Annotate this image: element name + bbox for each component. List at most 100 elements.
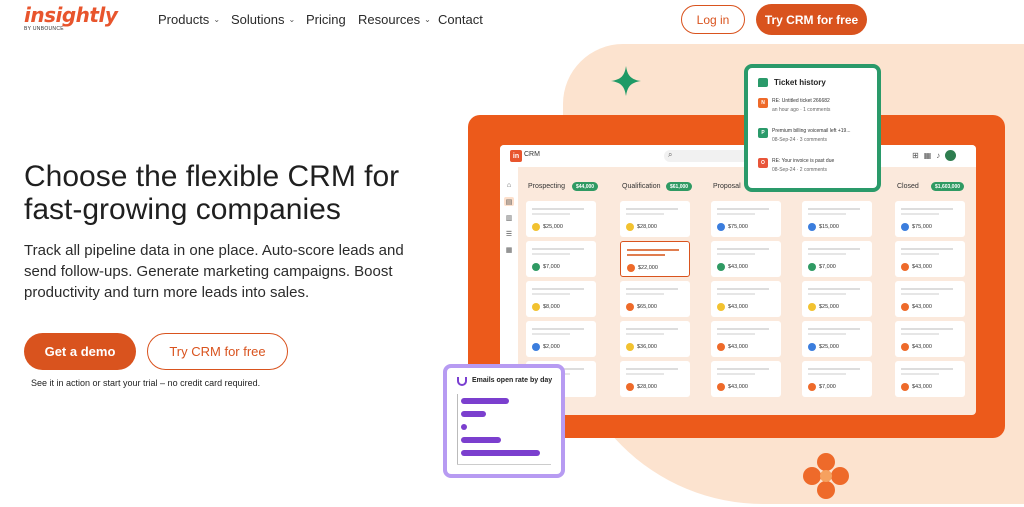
column-title: Prospecting [528, 183, 565, 190]
ticket-item: N RE: Untitled ticket 266682 an hour ago… [758, 98, 870, 126]
deal-amount: $43,000 [728, 344, 748, 350]
nav-solutions[interactable]: Solutions ⌄ [231, 12, 295, 27]
insightly-logo[interactable]: insightly BY UNBOUNCE [24, 4, 118, 32]
deal-amount: $43,000 [728, 304, 748, 310]
nav-resources-label: Resources [358, 12, 421, 27]
deal-card: $43,000 [711, 241, 781, 277]
try-crm-nav-button[interactable]: Try CRM for free [756, 4, 867, 35]
top-nav: insightly BY UNBOUNCE Products ⌄ Solutio… [0, 0, 1024, 40]
column-total-badge: $61,000 [666, 182, 693, 191]
deal-card-selected: $22,000 [620, 241, 690, 277]
nav-resources[interactable]: Resources ⌄ [358, 12, 431, 27]
deal-card: $43,000 [895, 321, 965, 357]
deal-amount: $8,000 [543, 304, 560, 310]
deal-card: $25,000 [802, 321, 872, 357]
deal-amount: $7,000 [819, 384, 836, 390]
ticket-subject: RE: Your invoice is past due [772, 158, 835, 164]
login-button[interactable]: Log in [681, 5, 745, 34]
deal-amount: $43,000 [728, 384, 748, 390]
deal-amount: $15,000 [819, 224, 839, 230]
deal-card: $7,000 [526, 241, 596, 277]
column-total-badge: $44,000 [572, 182, 599, 191]
app-toolbar-icons: ⊞ ▦ ♪ [912, 150, 957, 161]
search-icon: ⌕ [668, 150, 673, 159]
nav-contact[interactable]: Contact [438, 12, 483, 27]
calendar-icon: ▦ [505, 246, 513, 254]
pipeline-column: Proposal $75,000 $43,000 $43,000 $43,000… [705, 179, 793, 415]
deal-amount: $43,000 [912, 304, 932, 310]
deal-amount: $7,000 [543, 264, 560, 270]
ticket-subject: Premium billing voicemail left +19... [772, 128, 851, 134]
add-icon: ⊞ [912, 151, 919, 160]
deal-amount: $25,000 [819, 304, 839, 310]
ticket-badge: N [758, 98, 768, 108]
deal-card: $75,000 [895, 201, 965, 237]
deal-card: $15,000 [802, 201, 872, 237]
column-title: Proposal [713, 183, 741, 190]
deal-amount: $43,000 [728, 264, 748, 270]
deal-amount: $43,000 [912, 264, 932, 270]
get-demo-button[interactable]: Get a demo [24, 333, 136, 370]
crm-app-screen: in CRM ⌕ ⊞ ▦ ♪ ⌂ ▤ ▥ ☰ ▦ Prospecting $44… [500, 145, 976, 415]
email-rate-bar [461, 398, 510, 404]
deal-card: $43,000 [711, 361, 781, 397]
nav-contact-label: Contact [438, 12, 483, 27]
apps-grid-icon: ▦ [923, 151, 932, 160]
app-brand-name: CRM [524, 151, 540, 158]
pipeline-column: Qualification $61,000 $28,000 $22,000 $6… [614, 179, 702, 415]
nav-pricing[interactable]: Pricing [306, 12, 346, 27]
ticket-badge: P [758, 128, 768, 138]
deal-card: $2,000 [526, 321, 596, 357]
deal-card: $28,000 [620, 201, 690, 237]
chevron-down-icon: ⌄ [424, 15, 431, 24]
email-rate-bar [461, 424, 468, 430]
deal-card: $43,000 [895, 241, 965, 277]
ticket-item: P Premium billing voicemail left +19... … [758, 128, 870, 156]
deal-amount: $43,000 [912, 344, 932, 350]
column-title: Closed [897, 183, 919, 190]
deal-amount: $36,000 [637, 344, 657, 350]
hero-subtitle: Track all pipeline data in one place. Au… [24, 242, 404, 301]
deal-card: $25,000 [802, 281, 872, 317]
email-bar-chart [457, 394, 551, 466]
deal-card: $43,000 [711, 281, 781, 317]
pipeline-column: Closed $1,603,000 $75,000 $43,000 $43,00… [889, 179, 976, 415]
column-total-badge: $1,603,000 [931, 182, 965, 191]
nav-products[interactable]: Products ⌄ [158, 12, 220, 27]
avatar [945, 150, 957, 161]
nav-pricing-label: Pricing [306, 12, 346, 27]
deal-card: $36,000 [620, 321, 690, 357]
deal-amount: $28,000 [637, 224, 657, 230]
deal-amount: $22,000 [638, 265, 658, 271]
deal-amount: $28,000 [637, 384, 657, 390]
sparkle-icon [611, 66, 641, 96]
pipeline-column: $15,000 $7,000 $25,000 $25,000 $7,000 [796, 179, 884, 415]
deal-amount: $75,000 [912, 224, 932, 230]
deal-card: $43,000 [895, 361, 965, 397]
ticket-history-card: Ticket history N RE: Untitled ticket 266… [744, 64, 881, 192]
deal-card: $7,000 [802, 241, 872, 277]
deal-card: $43,000 [711, 321, 781, 357]
chevron-down-icon: ⌄ [288, 15, 296, 24]
home-icon: ⌂ [506, 182, 512, 189]
deal-card: $25,000 [526, 201, 596, 237]
try-crm-button[interactable]: Try CRM for free [147, 333, 288, 370]
chart-icon: ▥ [505, 214, 513, 222]
nav-products-label: Products [158, 12, 210, 27]
deal-amount: $25,000 [543, 224, 563, 230]
ticket-meta: 08-Sep-24 · 2 comments [772, 167, 828, 173]
email-rate-bar [461, 411, 486, 417]
app-topbar: in CRM ⌕ ⊞ ▦ ♪ [500, 145, 976, 167]
column-title: Qualification [622, 183, 661, 190]
chat-icon [758, 78, 768, 87]
ticket-subject: RE: Untitled ticket 266682 [772, 98, 830, 104]
deal-card: $28,000 [620, 361, 690, 397]
deal-amount: $25,000 [819, 344, 839, 350]
email-rate-bar [461, 450, 541, 456]
deal-card: $65,000 [620, 281, 690, 317]
nav-solutions-label: Solutions [231, 12, 285, 27]
email-rate-bar [461, 437, 501, 443]
email-open-rate-card: Emails open rate by day [443, 364, 565, 478]
hero-title: Choose the flexible CRM for fast-growing… [24, 160, 400, 226]
deal-card: $7,000 [802, 361, 872, 397]
